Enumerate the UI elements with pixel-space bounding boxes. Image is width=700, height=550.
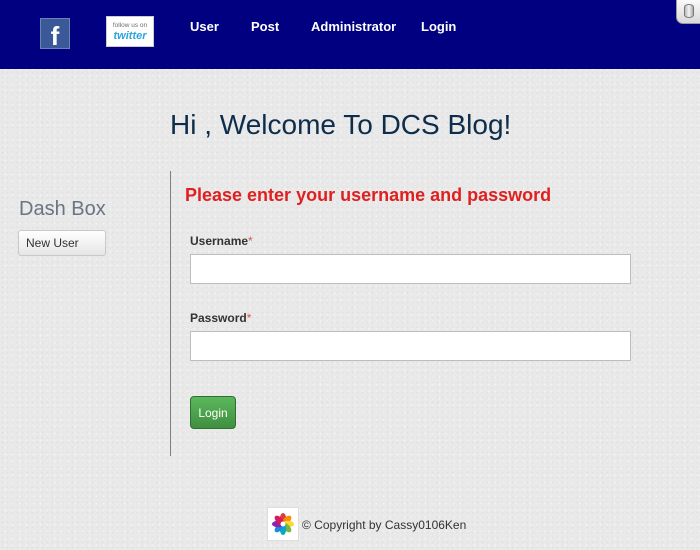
password-label: Password* — [190, 311, 251, 325]
nav-link-post[interactable]: Post — [251, 19, 279, 34]
required-marker: * — [248, 234, 253, 248]
database-widget[interactable] — [676, 0, 700, 24]
username-input[interactable] — [190, 254, 631, 284]
page-title: Hi , Welcome To DCS Blog! — [170, 109, 512, 140]
username-label: Username* — [190, 234, 253, 248]
password-input[interactable] — [190, 331, 631, 361]
database-icon — [684, 4, 694, 18]
required-marker: * — [246, 311, 252, 325]
facebook-icon[interactable]: f — [40, 18, 70, 51]
login-button[interactable]: Login — [190, 396, 236, 429]
vertical-divider — [170, 171, 171, 456]
nav-link-administrator[interactable]: Administrator — [311, 19, 396, 34]
nav-link-login[interactable]: Login — [421, 19, 456, 34]
twitter-follow-text: follow us on — [112, 22, 148, 29]
sidebar-title: Dash Box — [19, 198, 106, 220]
copyright-text: © Copyright by Cassy0106Ken — [302, 518, 467, 532]
password-label-text: Password — [190, 311, 247, 325]
nav-link-user[interactable]: User — [190, 19, 219, 34]
twitter-follow-icon[interactable]: follow us on twitter — [106, 16, 154, 47]
username-label-text: Username — [190, 234, 249, 248]
new-user-button[interactable]: New User — [18, 230, 106, 256]
form-heading: Please enter your username and password — [185, 185, 552, 205]
twitter-wordmark: twitter — [113, 30, 147, 42]
flower-logo-icon — [267, 507, 299, 541]
top-nav-bar: f follow us on twitter User Post Adminis… — [0, 0, 700, 69]
